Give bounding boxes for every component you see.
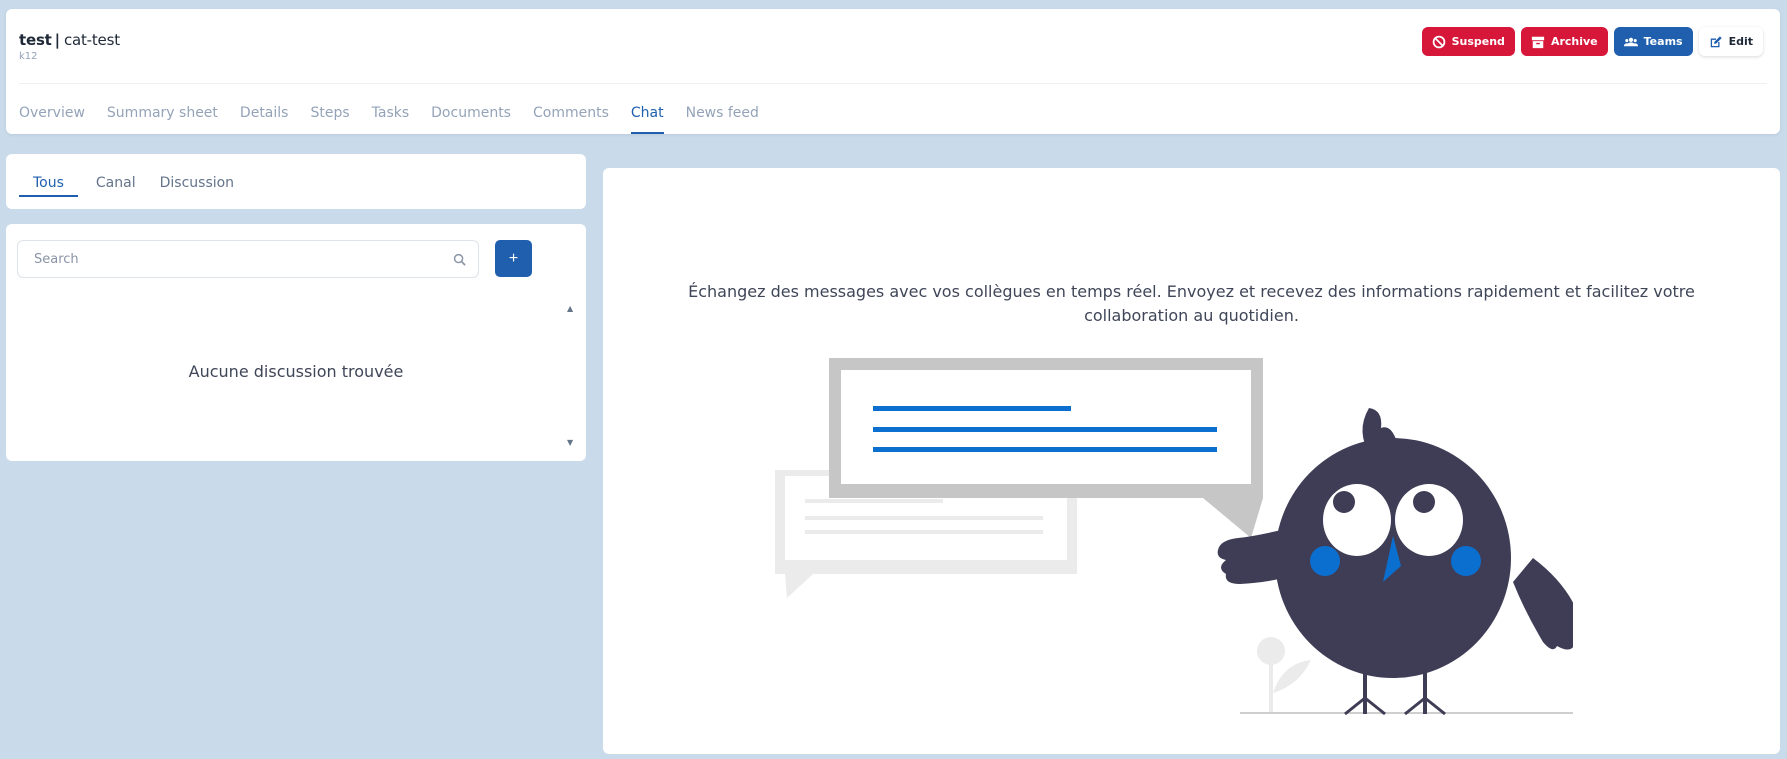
chat-description: Échangez des messages avec vos collègues… (688, 282, 1695, 325)
archive-button[interactable]: Archive (1520, 27, 1608, 56)
page-title: test | cat-test (19, 31, 120, 49)
main-tabs: Overview Summary sheet Details Steps Tas… (19, 104, 781, 134)
empty-state-text: Aucune discussion trouvée (188, 362, 404, 381)
page-subtitle: k12 (19, 51, 38, 62)
tab-tasks[interactable]: Tasks (372, 104, 410, 134)
filter-tab-tous[interactable]: Tous (19, 175, 78, 197)
chat-bird-illustration (775, 358, 1573, 716)
archive-label: Archive (1550, 35, 1598, 48)
header-actions: Suspend Archive Teams Edit (1421, 27, 1763, 56)
tab-documents[interactable]: Documents (431, 104, 511, 134)
title-block: test | cat-test k12 (19, 31, 120, 62)
header-divider (19, 83, 1767, 84)
suspend-button[interactable]: Suspend (1421, 27, 1515, 56)
users-icon (1623, 37, 1638, 46)
scroll-up-icon[interactable]: ▲ (567, 304, 577, 313)
add-discussion-button[interactable]: + (495, 240, 532, 277)
search-input[interactable] (18, 241, 478, 277)
teams-button[interactable]: Teams (1613, 27, 1693, 56)
edit-icon (1710, 35, 1722, 47)
scroll-down-icon[interactable]: ▼ (567, 438, 577, 447)
tab-summary-sheet[interactable]: Summary sheet (107, 104, 218, 134)
suspend-label: Suspend (1451, 35, 1505, 48)
tab-details[interactable]: Details (240, 104, 289, 134)
search-icon (453, 253, 466, 266)
project-header: test | cat-test k12 Suspend Archive Teams … (6, 9, 1780, 134)
edit-label: Edit (1728, 35, 1753, 48)
tab-news-feed[interactable]: News feed (686, 104, 759, 134)
plant-decoration (1257, 637, 1311, 713)
tab-steps[interactable]: Steps (310, 104, 349, 134)
chat-filter-tabs: Tous Canal Discussion (19, 175, 252, 197)
tab-chat[interactable]: Chat (630, 104, 664, 134)
tab-overview[interactable]: Overview (19, 104, 85, 134)
title-rest: cat-test (63, 31, 120, 49)
chat-filter-card: Tous Canal Discussion (6, 154, 586, 209)
title-bold: test (19, 31, 52, 49)
title-separator: | (54, 31, 60, 49)
filter-tab-discussion[interactable]: Discussion (154, 175, 240, 195)
ban-icon (1432, 35, 1445, 48)
search-box (17, 240, 479, 278)
filter-tab-canal[interactable]: Canal (90, 175, 142, 195)
chat-main-panel: Échangez des messages avec vos collègues… (603, 168, 1780, 754)
archive-icon (1531, 36, 1545, 48)
edit-button[interactable]: Edit (1698, 27, 1763, 56)
discussion-list-card: + ▲ Aucune discussion trouvée ▼ (6, 224, 586, 461)
tab-comments[interactable]: Comments (533, 104, 609, 134)
teams-label: Teams (1643, 35, 1683, 48)
